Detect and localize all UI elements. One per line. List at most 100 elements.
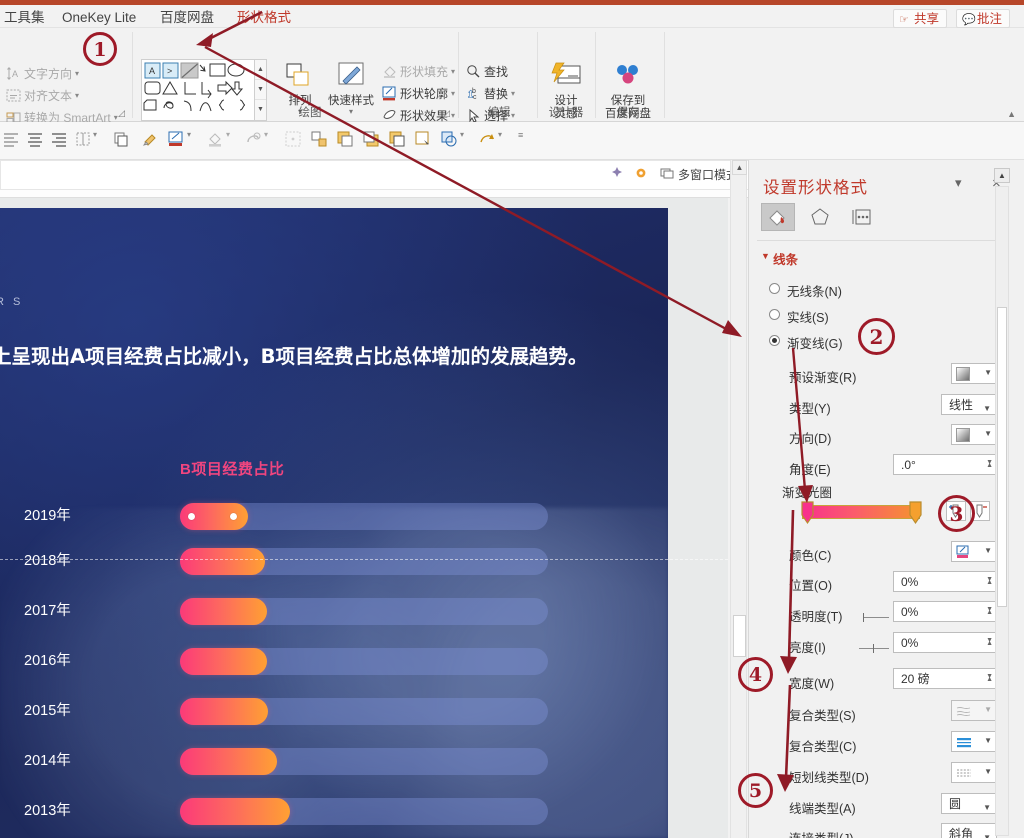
chevron-down-icon[interactable]: ▾	[75, 91, 79, 100]
solid-line-radio-row[interactable]: 实线(S)	[769, 307, 829, 326]
tab-shape-format[interactable]: 形状格式	[237, 7, 291, 28]
chevron-down-icon[interactable]: ▾	[75, 69, 79, 78]
bar-row[interactable]: 2013年	[0, 795, 668, 829]
sketch-style-button[interactable]: ▼	[951, 700, 997, 721]
selection-pane-icon[interactable]	[414, 130, 432, 152]
spinner-down-icon[interactable]: ▼	[986, 453, 993, 473]
cap-type-combo[interactable]: 圆 ▼	[941, 793, 997, 814]
comment-button[interactable]: 💬 批注	[956, 9, 1010, 28]
chevron-down-icon[interactable]: ▾	[226, 130, 230, 152]
tab-onekey[interactable]: OneKey Lite	[62, 7, 136, 28]
chevron-down-icon[interactable]: ▾	[511, 89, 515, 98]
slide-canvas[interactable]: R S 上呈现出A项目经费占比减小，B项目经费占比总体增加的发展趋势。 B项目经…	[0, 208, 668, 838]
align-left-icon[interactable]	[2, 130, 20, 152]
shapes-gallery[interactable]: A >	[141, 59, 255, 121]
find-button[interactable]: 查找	[466, 62, 508, 82]
pane-menu-button[interactable]: ▾	[955, 175, 962, 191]
chevron-down-icon[interactable]: ▾	[498, 130, 502, 152]
solid-line-radio[interactable]	[769, 309, 780, 320]
selection-handle-start[interactable]	[188, 513, 195, 520]
no-line-radio[interactable]	[769, 283, 780, 294]
drawing-group-dialog-launcher[interactable]: ◿	[443, 108, 450, 119]
spinner-down-icon[interactable]: ▼	[986, 667, 993, 687]
chevron-down-icon[interactable]: ▾	[93, 130, 97, 152]
night-mode-icon[interactable]	[610, 166, 624, 183]
align-text-button[interactable]: 对齐文本 ▾	[6, 86, 79, 106]
bar-fill[interactable]	[180, 748, 277, 775]
bar-fill[interactable]	[180, 798, 290, 825]
chevron-down-icon[interactable]: ▼	[984, 767, 992, 776]
gradient-stop-1[interactable]	[801, 501, 814, 525]
gradient-stop-2[interactable]	[909, 501, 922, 525]
transparency-slider[interactable]	[863, 613, 889, 622]
preset-gradient-button[interactable]: ▼	[951, 363, 997, 384]
gradient-type-combo[interactable]: 线性 ▼	[941, 394, 997, 415]
scroll-thumb[interactable]	[733, 615, 746, 657]
spinner-down-icon[interactable]: ▼	[986, 631, 993, 651]
brightness-input[interactable]: 0% ▲ ▼	[893, 632, 997, 653]
chevron-down-icon[interactable]: ▼	[983, 798, 991, 818]
align-center-icon[interactable]	[26, 130, 44, 152]
text-group-dialog-launcher[interactable]: ◿	[118, 108, 125, 119]
width-input[interactable]: 20 磅 ▲ ▼	[893, 668, 997, 689]
select-objects-icon[interactable]	[284, 130, 302, 152]
scroll-up-button[interactable]: ▲	[732, 160, 747, 175]
share-button[interactable]: ☞ 共享	[893, 9, 947, 28]
overflow-icon[interactable]: ≡	[518, 130, 523, 152]
distribute-icon[interactable]	[74, 130, 92, 152]
tab-baidu-pan[interactable]: 百度网盘	[160, 7, 214, 28]
chevron-down-icon[interactable]: ▼	[984, 429, 992, 438]
section-toggle-icon[interactable]: ▼	[761, 251, 770, 261]
gear-icon[interactable]	[634, 166, 648, 183]
chevron-down-icon[interactable]: ▼	[983, 828, 991, 838]
chevron-down-icon[interactable]: ▾	[451, 67, 455, 76]
effects-tab[interactable]	[803, 203, 837, 231]
angle-input[interactable]: .0° ▲ ▼	[893, 454, 997, 475]
gradient-stops-bar[interactable]	[802, 505, 920, 519]
pane-scroll-up-button[interactable]: ▲	[994, 168, 1010, 183]
multiwindow-label[interactable]: 多窗口模式	[678, 166, 738, 183]
bar-row[interactable]: 2017年	[0, 595, 668, 629]
bar-fill[interactable]	[180, 598, 267, 625]
text-highlight-icon[interactable]	[167, 130, 185, 152]
slide-scrollbar[interactable]: ▲	[730, 160, 747, 838]
bar-fill[interactable]	[180, 548, 265, 575]
chevron-down-icon[interactable]: ▾	[451, 111, 455, 120]
spinner-down-icon[interactable]: ▼	[986, 570, 993, 590]
join-type-combo[interactable]: 斜角 ▼	[941, 823, 997, 838]
color-button[interactable]: ▼	[951, 541, 997, 562]
spinner-down-icon[interactable]: ▼	[986, 600, 993, 620]
chevron-down-icon[interactable]: ▼	[984, 705, 992, 714]
bar-fill[interactable]	[180, 648, 267, 675]
gradient-direction-button[interactable]: ▼	[951, 424, 997, 445]
text-direction-button[interactable]: A 文字方向 ▾	[6, 64, 79, 84]
chevron-down-icon[interactable]: ▼	[984, 736, 992, 745]
fill-color-icon[interactable]	[206, 130, 224, 152]
position-input[interactable]: 0% ▲ ▼	[893, 571, 997, 592]
shape-fill-button[interactable]: 形状填充 ▾	[382, 62, 455, 82]
compound-type-button[interactable]: ▼	[951, 731, 997, 752]
chevron-down-icon[interactable]: ▼	[984, 368, 992, 377]
selection-handle-end[interactable]	[230, 513, 237, 520]
copy-icon[interactable]	[112, 130, 130, 152]
rotate-icon[interactable]	[478, 130, 496, 152]
brightness-slider[interactable]	[859, 644, 889, 653]
replace-button[interactable]: ⇫ b c 替换 ▾	[466, 84, 515, 104]
fill-line-tab[interactable]	[761, 203, 795, 231]
multiwindow-icon[interactable]	[660, 166, 674, 183]
gradient-line-radio-row[interactable]: 渐变线(G)	[769, 333, 843, 352]
chevron-down-icon[interactable]: ▾	[451, 89, 455, 98]
size-properties-tab[interactable]	[845, 203, 879, 231]
collapse-ribbon-button[interactable]: ▲	[1007, 109, 1016, 119]
bar-fill[interactable]	[180, 698, 268, 725]
gallery-scroll-up[interactable]: ▲	[255, 60, 266, 80]
chevron-down-icon[interactable]: ▼	[984, 546, 992, 555]
send-backward-icon[interactable]	[362, 130, 380, 152]
pane-scrollbar[interactable]	[995, 186, 1009, 836]
align-right-icon[interactable]	[50, 130, 68, 152]
shape-merge-icon[interactable]	[440, 130, 458, 152]
group-objects-icon[interactable]	[310, 130, 328, 152]
bar-row[interactable]: 2019年	[0, 500, 668, 534]
dash-type-button[interactable]: ▼	[951, 762, 997, 783]
chevron-down-icon[interactable]: ▼	[983, 399, 991, 419]
